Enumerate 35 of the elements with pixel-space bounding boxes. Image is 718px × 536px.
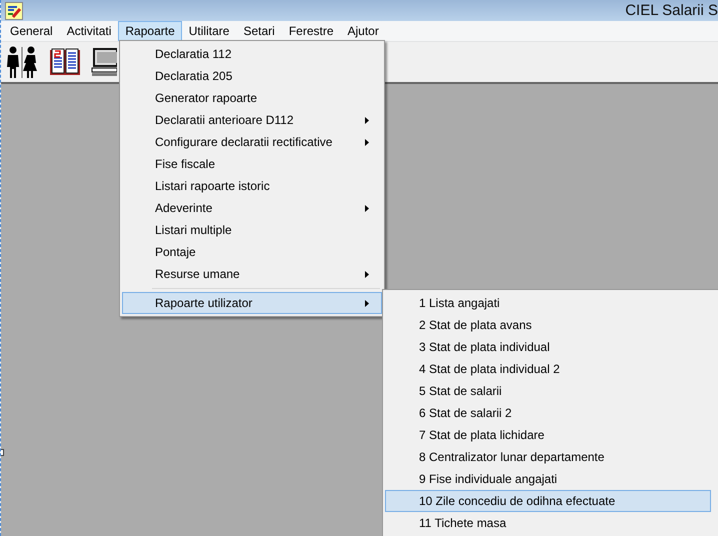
menu-item[interactable]: 2 Stat de plata avans	[385, 314, 711, 336]
menu-item[interactable]: Declaratii anterioare D112	[122, 109, 382, 131]
menu-bar-item[interactable]: Ajutor	[340, 21, 386, 41]
menu-item[interactable]: Listari multiple	[122, 219, 382, 241]
menu-item[interactable]: 3 Stat de plata individual	[385, 336, 711, 358]
menu-bar-item[interactable]: General	[3, 21, 60, 41]
window-title: CIEL Salarii S	[625, 2, 718, 19]
menu-bar-item[interactable]: Utilitare	[182, 21, 236, 41]
menu-item[interactable]: Declaratia 205	[122, 65, 382, 87]
book-icon[interactable]	[49, 47, 81, 77]
computer-icon[interactable]	[91, 47, 117, 77]
menu-bar-item[interactable]: Rapoarte	[118, 21, 182, 41]
menu-item[interactable]: Configurare declaratii rectificative	[122, 131, 382, 153]
menu-item[interactable]: Resurse umane	[122, 263, 382, 285]
menu-item[interactable]: 4 Stat de plata individual 2	[385, 358, 711, 380]
app-icon	[5, 2, 23, 20]
menu-item[interactable]: Adeverinte	[122, 197, 382, 219]
menu-item[interactable]: Pontaje	[122, 241, 382, 263]
menu-item[interactable]: Fise fiscale	[122, 153, 382, 175]
menu-item[interactable]: 7 Stat de plata lichidare	[385, 424, 711, 446]
menu-item[interactable]: 6 Stat de salarii 2	[385, 402, 711, 424]
menu-item[interactable]: 8 Centralizator lunar departamente	[385, 446, 711, 468]
menu-bar-item[interactable]: Setari	[236, 21, 282, 41]
menu-item[interactable]: 1 Lista angajati	[385, 292, 711, 314]
man-woman-icon[interactable]	[5, 45, 39, 79]
menu-item[interactable]: Rapoarte utilizator	[122, 292, 382, 314]
menu-item[interactable]: 5 Stat de salarii	[385, 380, 711, 402]
menu-item[interactable]: Generator rapoarte	[122, 87, 382, 109]
menu-bar-item[interactable]: Ferestre	[282, 21, 340, 41]
menu-item[interactable]: 10 Zile concediu de odihna efectuate	[385, 490, 711, 512]
menu-item[interactable]: Listari rapoarte istoric	[122, 175, 382, 197]
menu-item[interactable]: Declaratia 112	[122, 43, 382, 65]
menu-item[interactable]: 11 Tichete masa	[385, 512, 711, 534]
menu-bar-item[interactable]: Activitati	[60, 21, 118, 41]
menu-item[interactable]: 9 Fise individuale angajati	[385, 468, 711, 490]
